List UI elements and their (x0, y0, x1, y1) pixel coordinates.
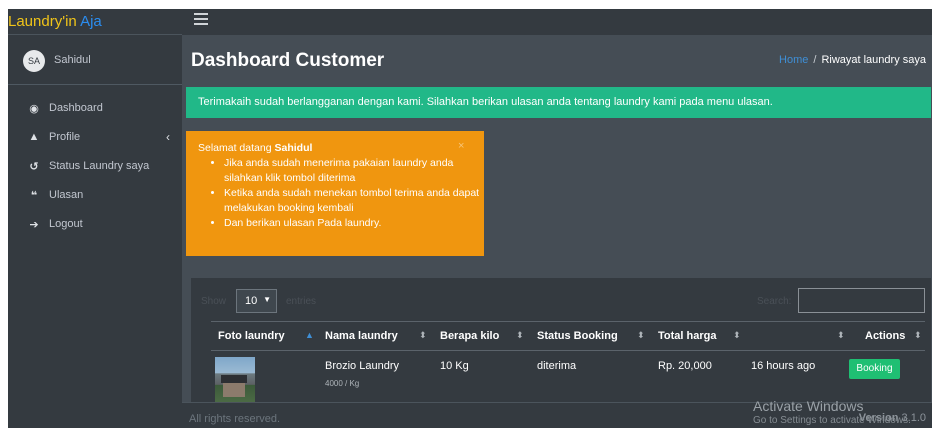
quote-icon: ❝ (30, 190, 38, 202)
sidebar-item-logout[interactable]: ➔ Logout (8, 211, 182, 240)
menu-toggle-icon[interactable] (194, 13, 208, 27)
welcome-name: Sahidul (274, 142, 313, 154)
breadcrumb-current: Riwayat laundry saya (821, 54, 926, 66)
search-input[interactable] (798, 288, 925, 313)
sidebar-item-label: Dashboard (49, 102, 103, 114)
instruction-item: Jika anda sudah menerima pakaian laundry… (224, 156, 484, 186)
sort-icon[interactable]: ⬍ (914, 330, 922, 341)
booking-status: diterima (537, 360, 577, 372)
user-name: Sahidul (54, 54, 91, 66)
chevron-down-icon: ▼ (263, 295, 271, 304)
page-title: Dashboard Customer (191, 50, 385, 71)
sidebar-item-dashboard[interactable]: ◉ Dashboard (8, 95, 182, 124)
breadcrumb-home-link[interactable]: Home (779, 54, 808, 66)
sort-icon[interactable]: ⬍ (637, 330, 645, 341)
breadcrumb-separator: / (813, 54, 817, 66)
sidebar-item-label: Ulasan (49, 189, 84, 201)
column-header-status[interactable]: Status Booking (537, 330, 618, 342)
laundry-photo (215, 357, 255, 403)
column-header-nama[interactable]: Nama laundry (325, 330, 398, 342)
laundry-name: Brozio Laundry (325, 360, 399, 372)
sign-out-icon: ➔ (29, 219, 39, 231)
history-icon: ↺ (29, 161, 39, 173)
show-label: Show (201, 296, 227, 307)
column-header-kilo[interactable]: Berapa kilo (440, 330, 499, 342)
sort-icon[interactable]: ⬍ (516, 330, 524, 341)
sidebar: SA Sahidul ◉ Dashboard ▲ Profile ‹ ↺ Sta… (8, 35, 182, 428)
brand-name-part2: Aja (80, 13, 102, 30)
sidebar-item-status-laundry[interactable]: ↺ Status Laundry saya (8, 153, 182, 182)
column-header-foto[interactable]: Foto laundry (218, 330, 285, 342)
sort-icon[interactable]: ⬍ (419, 330, 427, 341)
instruction-item: Ketika anda sudah menekan tombol terima … (224, 186, 484, 216)
avatar: SA (23, 50, 45, 72)
welcome-alert: × Selamat datang Sahidul Jika anda sudah… (186, 131, 484, 256)
content-area: Dashboard Customer Home / Riwayat laundry … (182, 35, 932, 428)
sidebar-item-label: Status Laundry saya (49, 160, 150, 172)
user-panel[interactable]: SA Sahidul (8, 35, 182, 85)
search-label: Search: (757, 296, 792, 307)
sidebar-item-profile[interactable]: ▲ Profile ‹ (8, 124, 182, 153)
booking-weight: 10 Kg (440, 360, 469, 372)
sidebar-item-ulasan[interactable]: ❝ Ulasan (8, 182, 182, 211)
table-header: Foto laundry ▲ Nama laundry ⬍ Berapa kil… (211, 321, 925, 351)
sidebar-item-label: Logout (49, 218, 83, 230)
sort-asc-icon[interactable]: ▲ (305, 330, 314, 340)
sort-icon[interactable]: ⬍ (837, 330, 845, 341)
chevron-left-icon: ‹ (166, 130, 170, 144)
entries-length-value: 10 (245, 295, 258, 307)
footer-rights: All rights reserved. (189, 413, 281, 425)
instruction-list: Jika anda sudah menerima pakaian laundry… (214, 156, 484, 231)
sidebar-item-label: Profile (49, 131, 81, 143)
activate-windows-title: Activate Windows (753, 398, 864, 414)
activate-windows-subtitle: Go to Settings to activate Windows. (753, 415, 911, 426)
booking-time: 16 hours ago (751, 360, 816, 372)
sidebar-menu: ◉ Dashboard ▲ Profile ‹ ↺ Status Laundry… (8, 95, 182, 240)
welcome-line: Selamat datang Sahidul (198, 141, 484, 156)
laundry-price-per-kg: 4000 / Kg (325, 379, 360, 388)
brand-logo[interactable]: Laundry'in Aja (8, 9, 182, 35)
brand-name-part1: Laundry'in (8, 13, 77, 30)
app-window: Laundry'in Aja SA Sahidul ◉ Dashboard ▲ … (8, 9, 932, 428)
user-icon: ▲ (28, 131, 40, 143)
tachometer-icon: ◉ (29, 103, 39, 115)
breadcrumb: Home / Riwayat laundry saya (779, 54, 926, 66)
booking-total: Rp. 20,000 (658, 360, 712, 372)
entries-length-select[interactable]: 10 ▼ (236, 289, 277, 313)
booking-button[interactable]: Booking (849, 359, 900, 379)
column-header-total[interactable]: Total harga (658, 330, 716, 342)
top-navbar: Laundry'in Aja (8, 9, 932, 35)
success-alert: Terimakaih sudah berlangganan dengan kam… (186, 87, 931, 118)
instruction-item: Dan berikan ulasan Pada laundry. (224, 216, 484, 231)
entries-label: entries (286, 296, 317, 307)
column-header-actions[interactable]: Actions (865, 330, 905, 342)
welcome-greeting: Selamat datang (198, 142, 272, 154)
close-icon[interactable]: × (458, 139, 464, 154)
sort-icon[interactable]: ⬍ (733, 330, 741, 341)
